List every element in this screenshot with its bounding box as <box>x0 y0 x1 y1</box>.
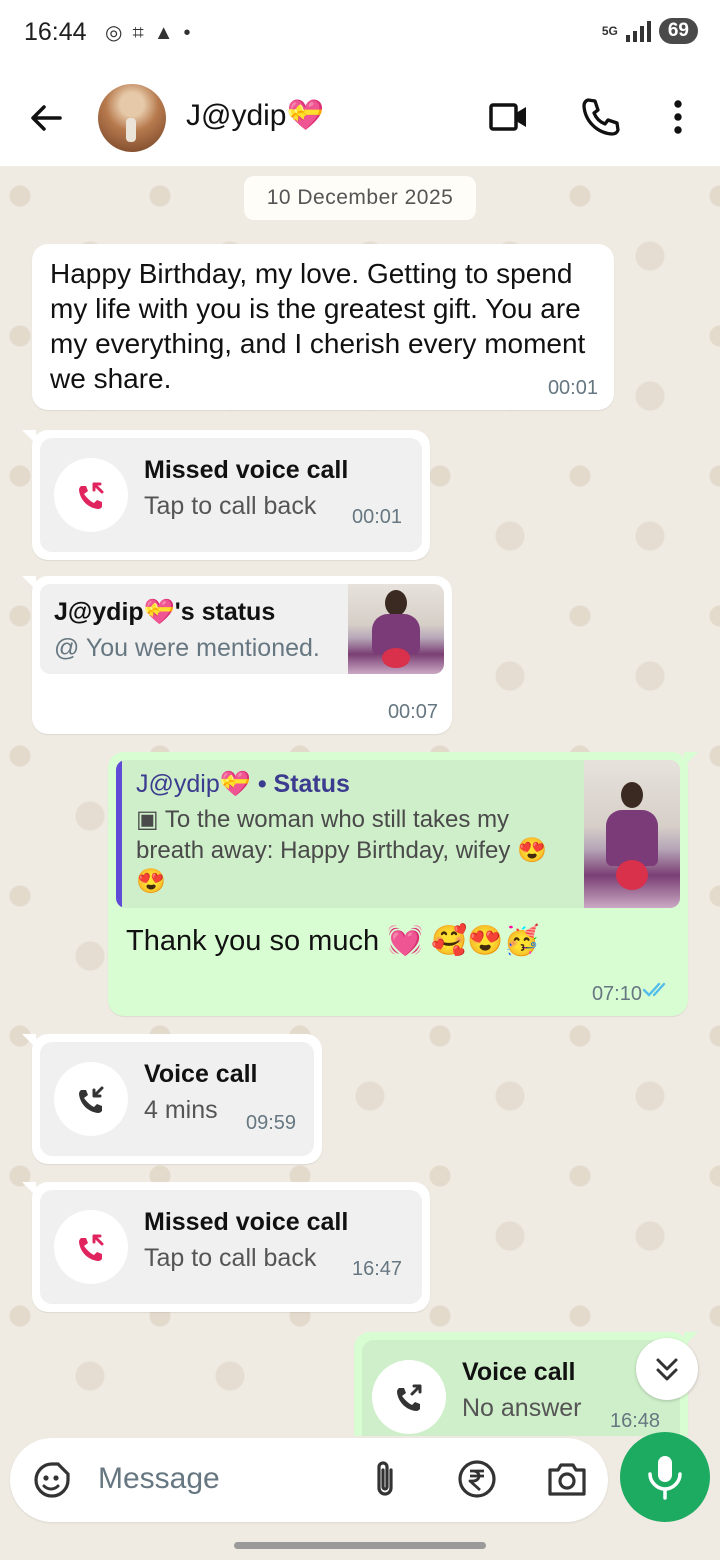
message-text: Thank you so much 💓 🥰😍🥳 <box>126 925 540 957</box>
contact-name[interactable]: J@ydip💝 <box>186 98 324 133</box>
call-card[interactable]: Voice call 4 mins 09:59 <box>40 1042 314 1156</box>
message-composer: Message <box>10 1438 608 1522</box>
missed-call-message[interactable]: Missed voice call Tap to call back 16:47 <box>22 1182 430 1312</box>
more-vert-icon[interactable] <box>664 98 692 143</box>
call-card[interactable]: Voice call No answer 16:48 <box>362 1340 680 1436</box>
status-reply-card[interactable]: J@ydip💝's status @ You were mentioned. <box>40 584 444 674</box>
call-subtitle: Tap to call back <box>144 1244 317 1272</box>
quote-bar <box>116 760 122 908</box>
home-gesture-pill[interactable] <box>234 1542 486 1549</box>
double-check-icon <box>642 981 672 1004</box>
status-title: J@ydip💝's status <box>54 598 276 626</box>
incoming-message[interactable]: Happy Birthday, my love. Getting to spen… <box>32 244 614 410</box>
dot-icon: • <box>183 22 201 44</box>
message-time: 07:10 <box>591 983 642 1005</box>
notification-icons: ◎⌗▲• <box>105 20 201 45</box>
quoted-thumbnail <box>584 760 680 908</box>
message-time: 00:01 <box>352 506 403 528</box>
missed-call-icon <box>54 458 128 532</box>
message-time: 09:59 <box>246 1112 297 1134</box>
bubble-tail <box>22 430 36 444</box>
back-arrow-icon[interactable] <box>26 98 66 138</box>
message-time: 16:47 <box>352 1258 403 1280</box>
clock: 16:44 <box>24 18 87 46</box>
video-call-icon[interactable] <box>488 96 530 143</box>
image-icon: ▣ <box>136 806 159 833</box>
bubble-tail <box>22 1182 36 1196</box>
double-chevron-down-icon <box>656 1358 678 1381</box>
battery-level: 69 <box>658 18 698 44</box>
mic-icon <box>648 1456 682 1500</box>
system-indicators: 5G 69 <box>602 18 698 44</box>
signal-icon <box>625 20 651 42</box>
chat-area[interactable]: 10 December 2025 Happy Birthday, my love… <box>0 166 720 1436</box>
network-type: 5G <box>601 24 618 38</box>
status-subtitle: @ You were mentioned. <box>54 634 320 663</box>
missed-call-message[interactable]: Missed voice call Tap to call back 00:01 <box>22 430 430 560</box>
message-time: 16:48 <box>610 1410 661 1432</box>
rupee-icon[interactable] <box>456 1458 498 1505</box>
bubble-tail <box>22 1034 36 1048</box>
mic-button[interactable] <box>620 1432 710 1522</box>
scroll-to-bottom-button[interactable] <box>636 1338 698 1400</box>
message-text: Happy Birthday, my love. Getting to spen… <box>50 258 586 394</box>
sync-icon: ◎ <box>105 22 133 44</box>
message-time: 00:01 <box>547 377 598 399</box>
bubble-tail <box>22 576 36 590</box>
voice-call-message[interactable]: Voice call 4 mins 09:59 <box>22 1034 322 1164</box>
navigation-bar <box>0 1530 720 1560</box>
missed-call-icon <box>54 1210 128 1284</box>
quote-text: To the woman who still takes my breath a… <box>136 806 547 895</box>
avatar[interactable] <box>98 84 166 152</box>
call-title: Missed voice call <box>144 1208 349 1236</box>
phone-icon[interactable] <box>580 96 620 143</box>
mention-text: You were mentioned. <box>85 634 320 662</box>
incoming-call-icon <box>54 1062 128 1136</box>
status-thumbnail[interactable] <box>348 584 444 674</box>
warning-icon: ▲ <box>153 22 184 44</box>
quote-header: J@ydip💝 • Status <box>136 770 350 799</box>
call-title: Missed voice call <box>144 456 349 484</box>
mention-icon: @ <box>54 634 80 662</box>
message-time: 00:07 <box>387 701 438 723</box>
status-mention-message[interactable]: J@ydip💝's status @ You were mentioned. 0… <box>22 576 452 734</box>
outgoing-reply-message[interactable]: J@ydip💝 • Status ▣ To the woman who stil… <box>108 752 698 1016</box>
message-input[interactable]: Message <box>98 1462 220 1496</box>
status-bar: 16:44 ◎⌗▲• 5G 69 <box>0 0 720 70</box>
quote-source: • Status <box>257 770 350 798</box>
call-card[interactable]: Missed voice call Tap to call back 00:01 <box>40 438 422 552</box>
call-subtitle: Tap to call back <box>144 492 317 520</box>
scan-icon: ⌗ <box>132 22 154 44</box>
call-title: Voice call <box>462 1358 576 1386</box>
call-card[interactable]: Missed voice call Tap to call back 16:47 <box>40 1190 422 1304</box>
camera-icon[interactable] <box>546 1460 588 1503</box>
date-chip: 10 December 2025 <box>244 176 476 220</box>
sticker-icon[interactable] <box>32 1460 72 1505</box>
call-title: Voice call <box>144 1060 258 1088</box>
attach-icon[interactable] <box>370 1458 400 1507</box>
bubble-tail <box>684 752 698 766</box>
quote-name: J@ydip💝 <box>136 770 251 798</box>
quoted-status[interactable]: J@ydip💝 • Status ▣ To the woman who stil… <box>116 760 680 908</box>
quote-body: ▣ To the woman who still takes my breath… <box>136 804 566 897</box>
call-subtitle: 4 mins <box>144 1096 218 1124</box>
chat-header: J@ydip💝 <box>0 70 720 166</box>
outgoing-call-icon <box>372 1360 446 1434</box>
call-subtitle: No answer <box>462 1394 582 1422</box>
